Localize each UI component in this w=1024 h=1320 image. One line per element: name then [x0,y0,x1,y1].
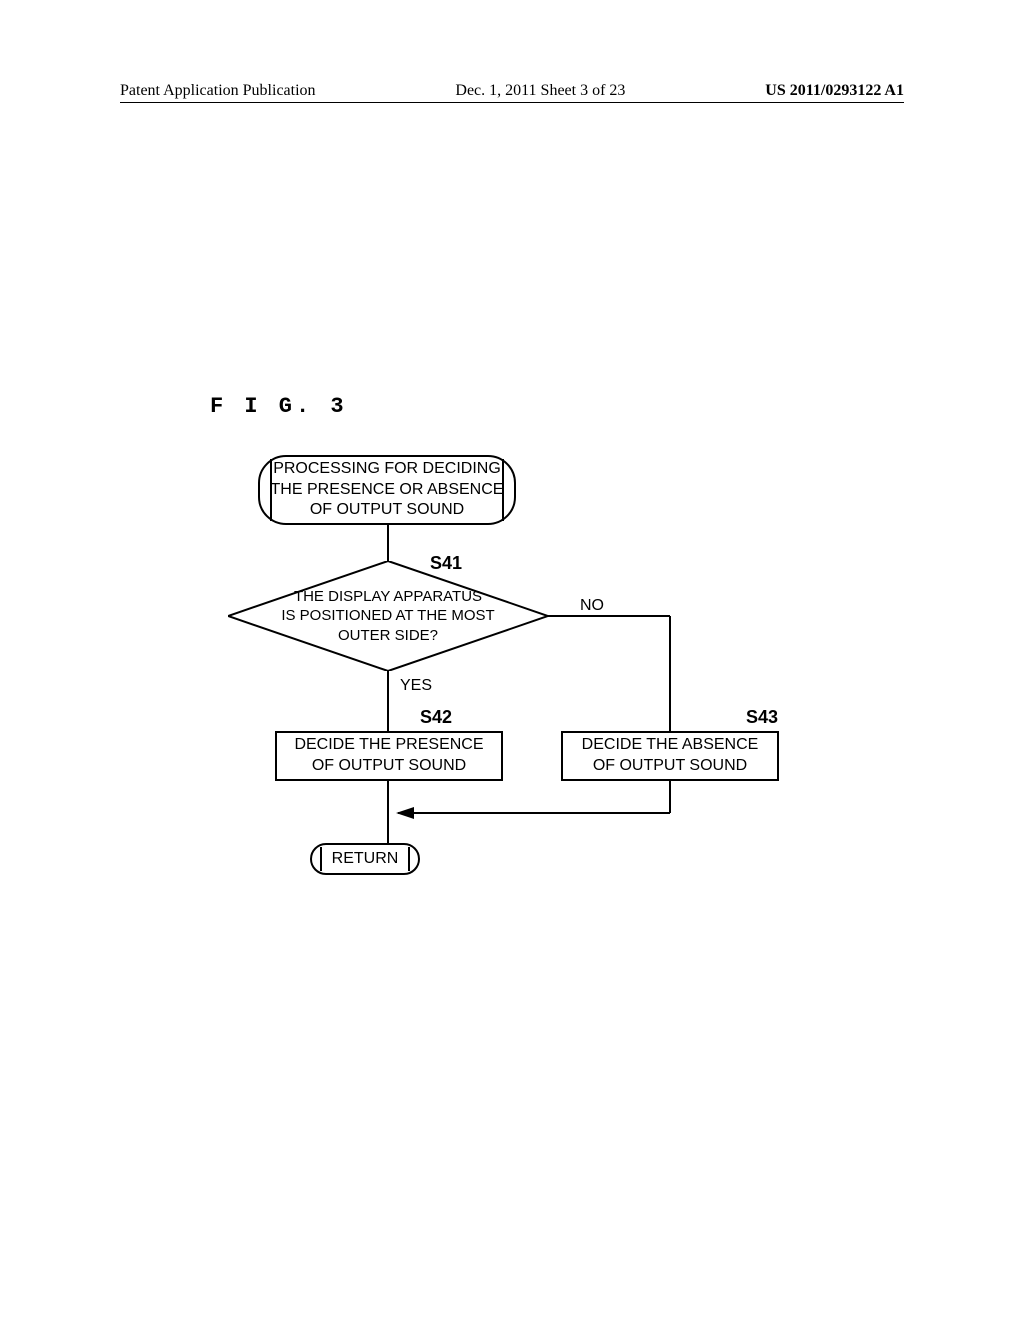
flow-start-terminator: PROCESSING FOR DECIDING THE PRESENCE OR … [258,455,516,525]
terminator-inner-lines [320,847,410,871]
decision-line1: THE DISPLAY APPARATUS [294,587,482,607]
figure-label: F I G. 3 [210,394,348,419]
header-pub-number: US 2011/0293122 A1 [765,82,904,100]
decision-line2: IS POSITIONED AT THE MOST [281,606,494,626]
s43-line1: DECIDE THE ABSENCE [582,735,759,756]
page-header: Patent Application Publication Dec. 1, 2… [0,82,1024,100]
decision-text: THE DISPLAY APPARATUS IS POSITIONED AT T… [228,561,548,671]
step-label-s43: S43 [746,707,778,728]
terminator-inner-lines [270,459,504,521]
header-publication: Patent Application Publication [120,82,316,100]
branch-no: NO [580,597,604,615]
step-label-s42: S42 [420,707,452,728]
header-rule [120,102,904,103]
decision-line3: OUTER SIDE? [338,626,438,646]
process-s43: DECIDE THE ABSENCE OF OUTPUT SOUND [561,731,779,781]
header-sheet-info: Dec. 1, 2011 Sheet 3 of 23 [455,82,625,100]
s42-line1: DECIDE THE PRESENCE [294,735,483,756]
flow-connectors [0,455,1024,895]
process-s42: DECIDE THE PRESENCE OF OUTPUT SOUND [275,731,503,781]
s42-line2: OF OUTPUT SOUND [312,756,466,777]
decision-node: THE DISPLAY APPARATUS IS POSITIONED AT T… [228,561,548,671]
branch-yes: YES [400,677,432,695]
s43-line2: OF OUTPUT SOUND [593,756,747,777]
step-label-s41: S41 [430,553,462,574]
flow-return-terminator: RETURN [310,843,420,875]
